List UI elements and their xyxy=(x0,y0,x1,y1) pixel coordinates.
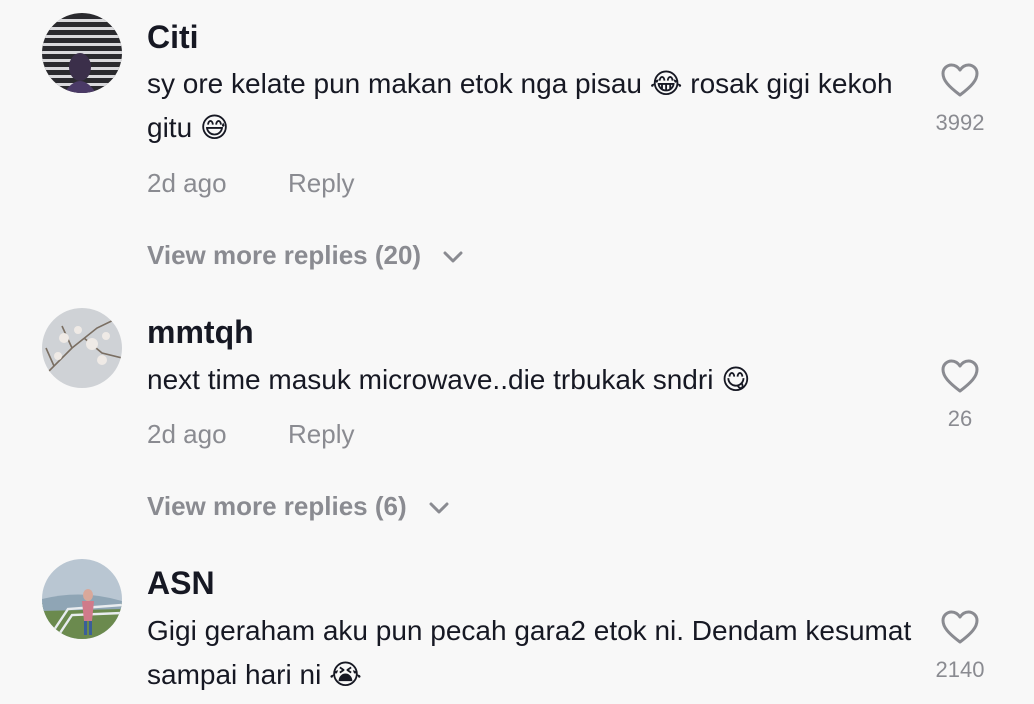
view-more-replies-button[interactable]: View more replies (20) xyxy=(147,240,464,270)
avatar-image xyxy=(42,13,122,93)
comment-meta: 2d ago Reply xyxy=(147,419,354,449)
heart-icon[interactable] xyxy=(940,62,980,98)
view-more-replies-button[interactable]: View more replies (6) xyxy=(147,491,450,521)
avatar-image xyxy=(42,308,122,388)
like-count: 2140 xyxy=(935,657,985,682)
view-more-replies-label: View more replies (20) xyxy=(147,240,422,270)
like-count: 3992 xyxy=(935,110,985,135)
comment-text: next time masuk microwave..die trbukak s… xyxy=(147,364,751,395)
reply-button[interactable]: Reply xyxy=(288,168,354,198)
timestamp: 2d ago xyxy=(147,419,227,449)
view-more-replies-label: View more replies (6) xyxy=(147,491,407,521)
reply-button[interactable]: Reply xyxy=(288,419,354,449)
comment-meta: 2d ago Reply xyxy=(147,168,354,198)
comment-text: sy ore kelate pun makan etok nga pisau 😂… xyxy=(147,68,893,143)
username[interactable]: Citi xyxy=(147,18,199,56)
avatar[interactable] xyxy=(42,308,122,388)
username[interactable]: ASN xyxy=(147,564,215,602)
like-area: 3992 xyxy=(920,62,1000,136)
like-count: 26 xyxy=(947,406,973,431)
chevron-down-icon xyxy=(429,502,449,514)
heart-icon[interactable] xyxy=(940,358,980,394)
avatar[interactable] xyxy=(42,13,122,93)
username[interactable]: mmtqh xyxy=(147,313,254,351)
heart-icon[interactable] xyxy=(940,609,980,645)
avatar[interactable] xyxy=(42,559,122,639)
timestamp: 2d ago xyxy=(147,168,227,198)
chevron-down-icon xyxy=(443,251,463,263)
comment-text: Gigi geraham aku pun pecah gara2 etok ni… xyxy=(147,615,912,690)
avatar-image xyxy=(42,559,122,639)
like-area: 2140 xyxy=(920,609,1000,683)
like-area: 26 xyxy=(920,358,1000,432)
